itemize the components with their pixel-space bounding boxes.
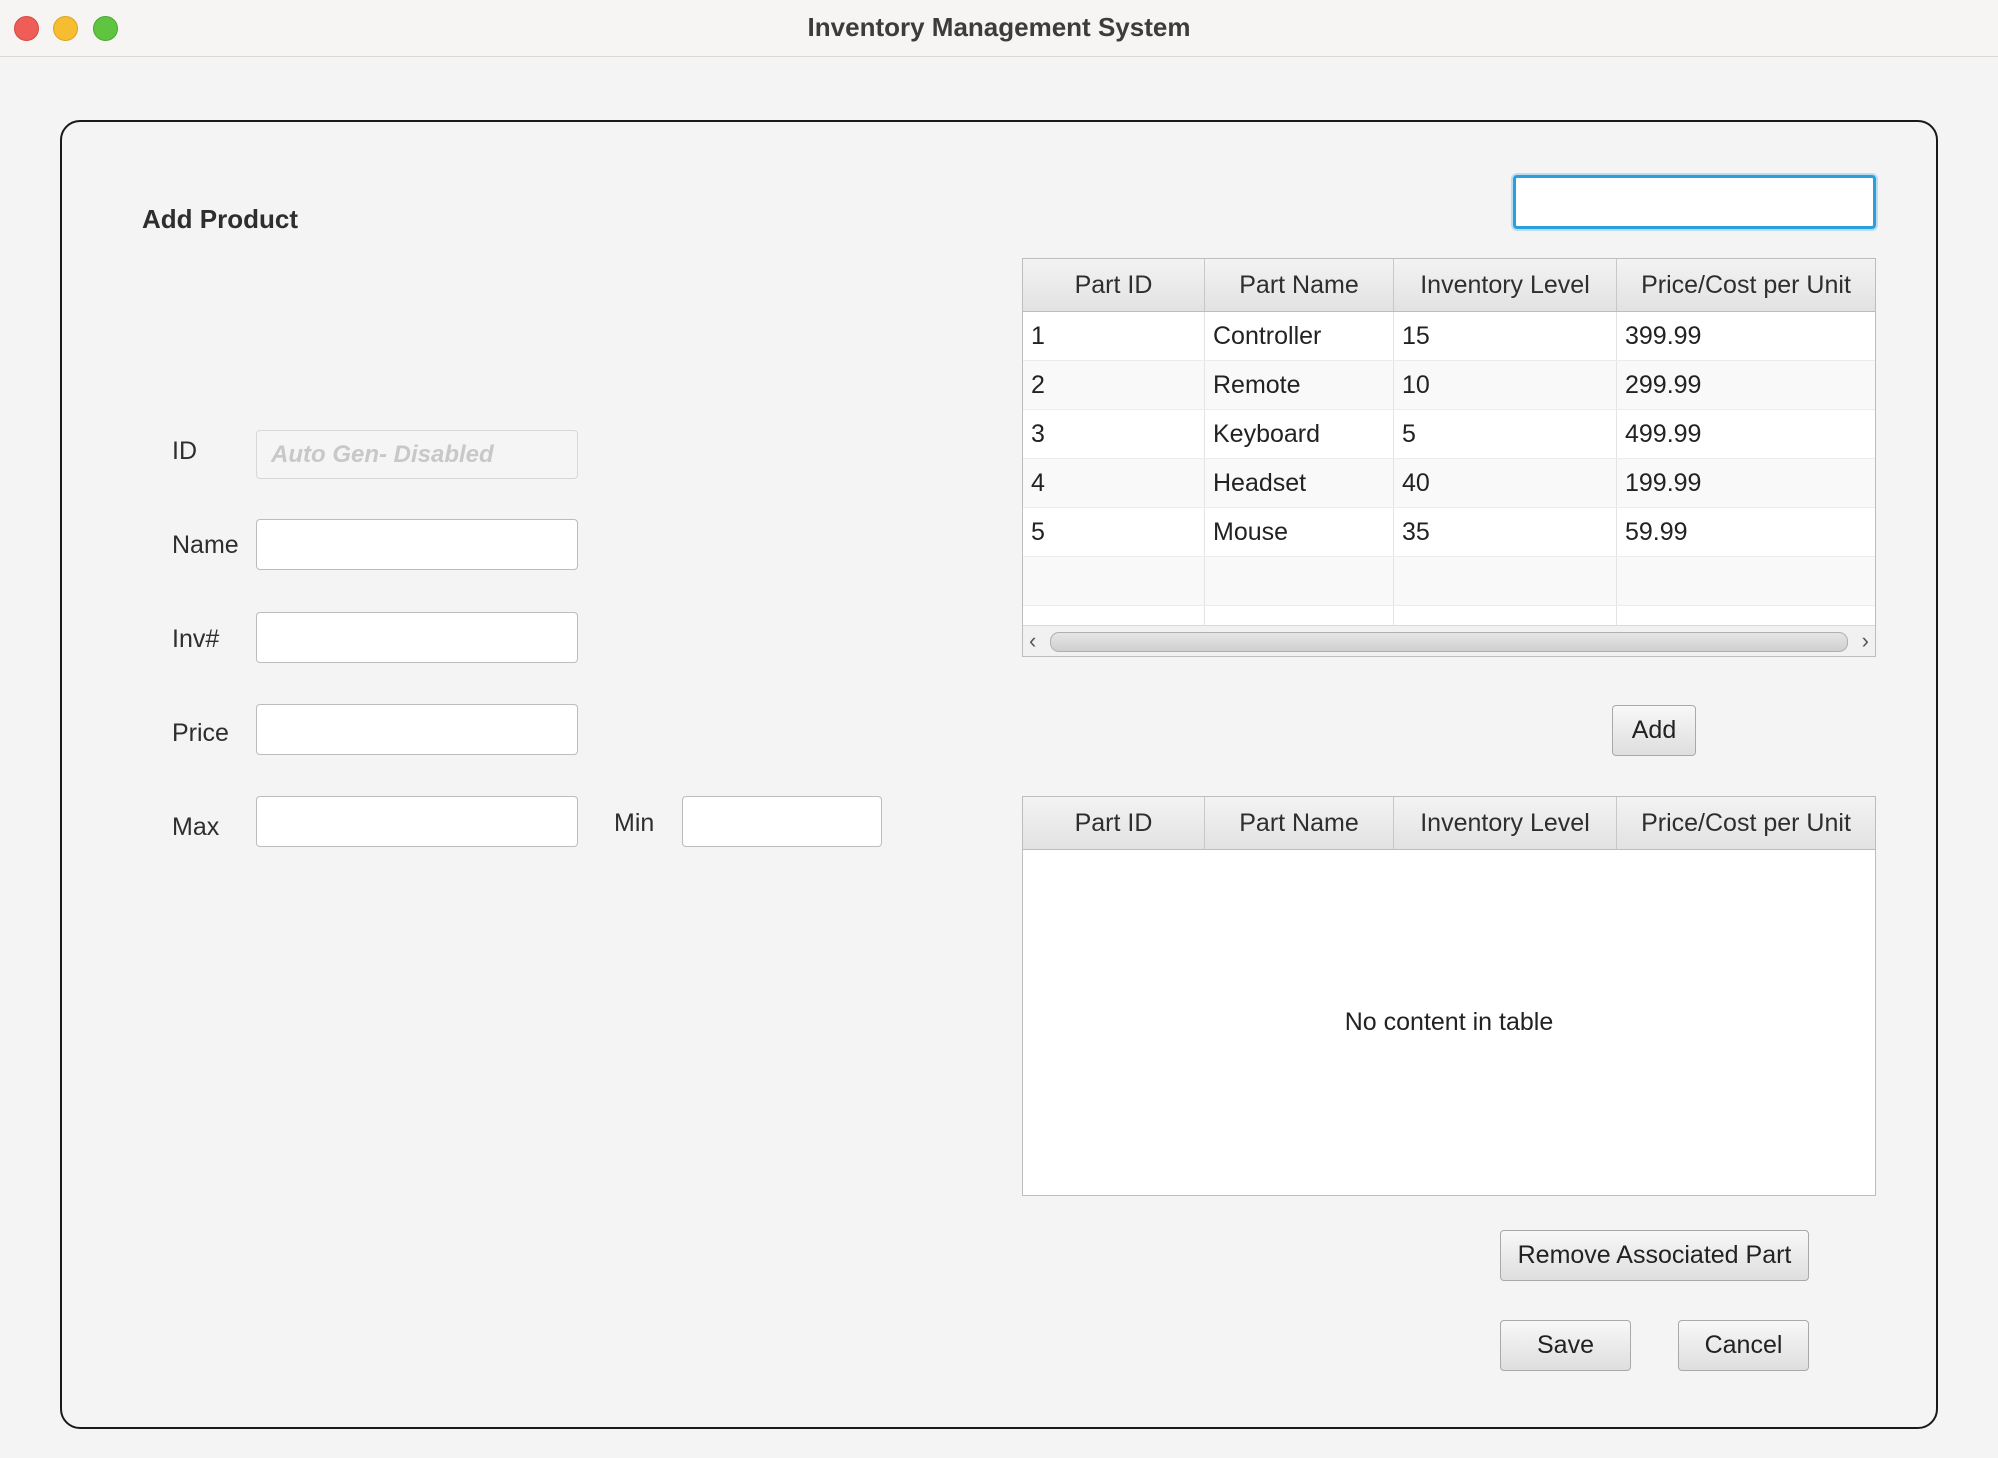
cell-price: 499.99 <box>1625 419 1702 448</box>
cancel-button[interactable]: Cancel <box>1678 1320 1809 1371</box>
scroll-left-icon[interactable]: ‹ <box>1029 628 1036 654</box>
remove-associated-part-button[interactable]: Remove Associated Part <box>1500 1230 1809 1281</box>
save-button[interactable]: Save <box>1500 1320 1631 1371</box>
inventory-field[interactable] <box>256 612 578 663</box>
min-label: Min <box>614 809 655 837</box>
price-label: Price <box>172 719 229 747</box>
column-header-inventory-level[interactable]: Inventory Level <box>1394 797 1617 849</box>
table-row[interactable]: 4 Headset 40 199.99 <box>1023 459 1875 508</box>
table-row[interactable]: 5 Mouse 35 59.99 <box>1023 508 1875 557</box>
cell-price: 199.99 <box>1625 468 1702 497</box>
column-header-inventory-level[interactable]: Inventory Level <box>1394 259 1617 311</box>
window-title: Inventory Management System <box>807 12 1191 42</box>
cell-inventory-level: 5 <box>1394 410 1617 458</box>
cell-part-id: 1 <box>1023 312 1205 360</box>
part-search-input[interactable] <box>1513 175 1876 229</box>
cell-part-id: 3 <box>1023 410 1205 458</box>
min-field[interactable] <box>682 796 882 847</box>
cell-part-name: Keyboard <box>1205 410 1394 458</box>
empty-cell <box>1023 557 1205 605</box>
table-row[interactable]: 2 Remote 10 299.99 <box>1023 361 1875 410</box>
cell-part-name: Controller <box>1205 312 1394 360</box>
cell-price: 59.99 <box>1625 517 1688 546</box>
cell-part-name: Remote <box>1205 361 1394 409</box>
id-field <box>256 430 578 479</box>
id-label: ID <box>172 437 197 465</box>
price-field[interactable] <box>256 704 578 755</box>
title-bar: Inventory Management System <box>0 0 1998 57</box>
parts-table: Part ID Part Name Inventory Level Price/… <box>1022 258 1876 657</box>
cell-part-name: Mouse <box>1205 508 1394 556</box>
horizontal-scrollbar[interactable]: ‹ › <box>1023 625 1875 656</box>
column-header-part-id[interactable]: Part ID <box>1023 259 1205 311</box>
inv-label: Inv# <box>172 625 220 653</box>
cell-inventory-level: 15 <box>1394 312 1617 360</box>
cell-part-name: Headset <box>1205 459 1394 507</box>
column-header-part-name[interactable]: Part Name <box>1205 259 1394 311</box>
table-header: Part ID Part Name Inventory Level Price/… <box>1023 259 1875 312</box>
cell-part-id: 5 <box>1023 508 1205 556</box>
column-header-part-id[interactable]: Part ID <box>1023 797 1205 849</box>
table-row-empty <box>1023 557 1875 606</box>
max-field[interactable] <box>256 796 578 847</box>
cell-price: 399.99 <box>1625 321 1702 350</box>
cell-price: 299.99 <box>1625 370 1702 399</box>
cell-part-id: 4 <box>1023 459 1205 507</box>
page-title: Add Product <box>142 204 298 234</box>
empty-cell <box>1617 557 1875 605</box>
column-header-price[interactable]: Price/Cost per Unit <box>1617 259 1875 311</box>
max-label: Max <box>172 813 220 841</box>
scrollbar-thumb[interactable] <box>1050 632 1848 652</box>
cell-inventory-level: 40 <box>1394 459 1617 507</box>
scroll-right-icon[interactable]: › <box>1862 628 1869 654</box>
column-header-part-name[interactable]: Part Name <box>1205 797 1394 849</box>
cell-inventory-level: 10 <box>1394 361 1617 409</box>
name-label: Name <box>172 531 239 559</box>
associated-parts-table: Part ID Part Name Inventory Level Price/… <box>1022 796 1876 1196</box>
cell-inventory-level: 35 <box>1394 508 1617 556</box>
name-field[interactable] <box>256 519 578 570</box>
table-row[interactable]: 3 Keyboard 5 499.99 <box>1023 410 1875 459</box>
cell-part-id: 2 <box>1023 361 1205 409</box>
table-header: Part ID Part Name Inventory Level Price/… <box>1023 797 1875 850</box>
empty-cell <box>1394 557 1617 605</box>
table-row[interactable]: 1 Controller 15 399.99 <box>1023 312 1875 361</box>
column-header-price[interactable]: Price/Cost per Unit <box>1617 797 1875 849</box>
empty-table-message: No content in table <box>1344 1008 1554 1036</box>
empty-cell <box>1205 557 1394 605</box>
add-part-button[interactable]: Add <box>1612 705 1696 756</box>
